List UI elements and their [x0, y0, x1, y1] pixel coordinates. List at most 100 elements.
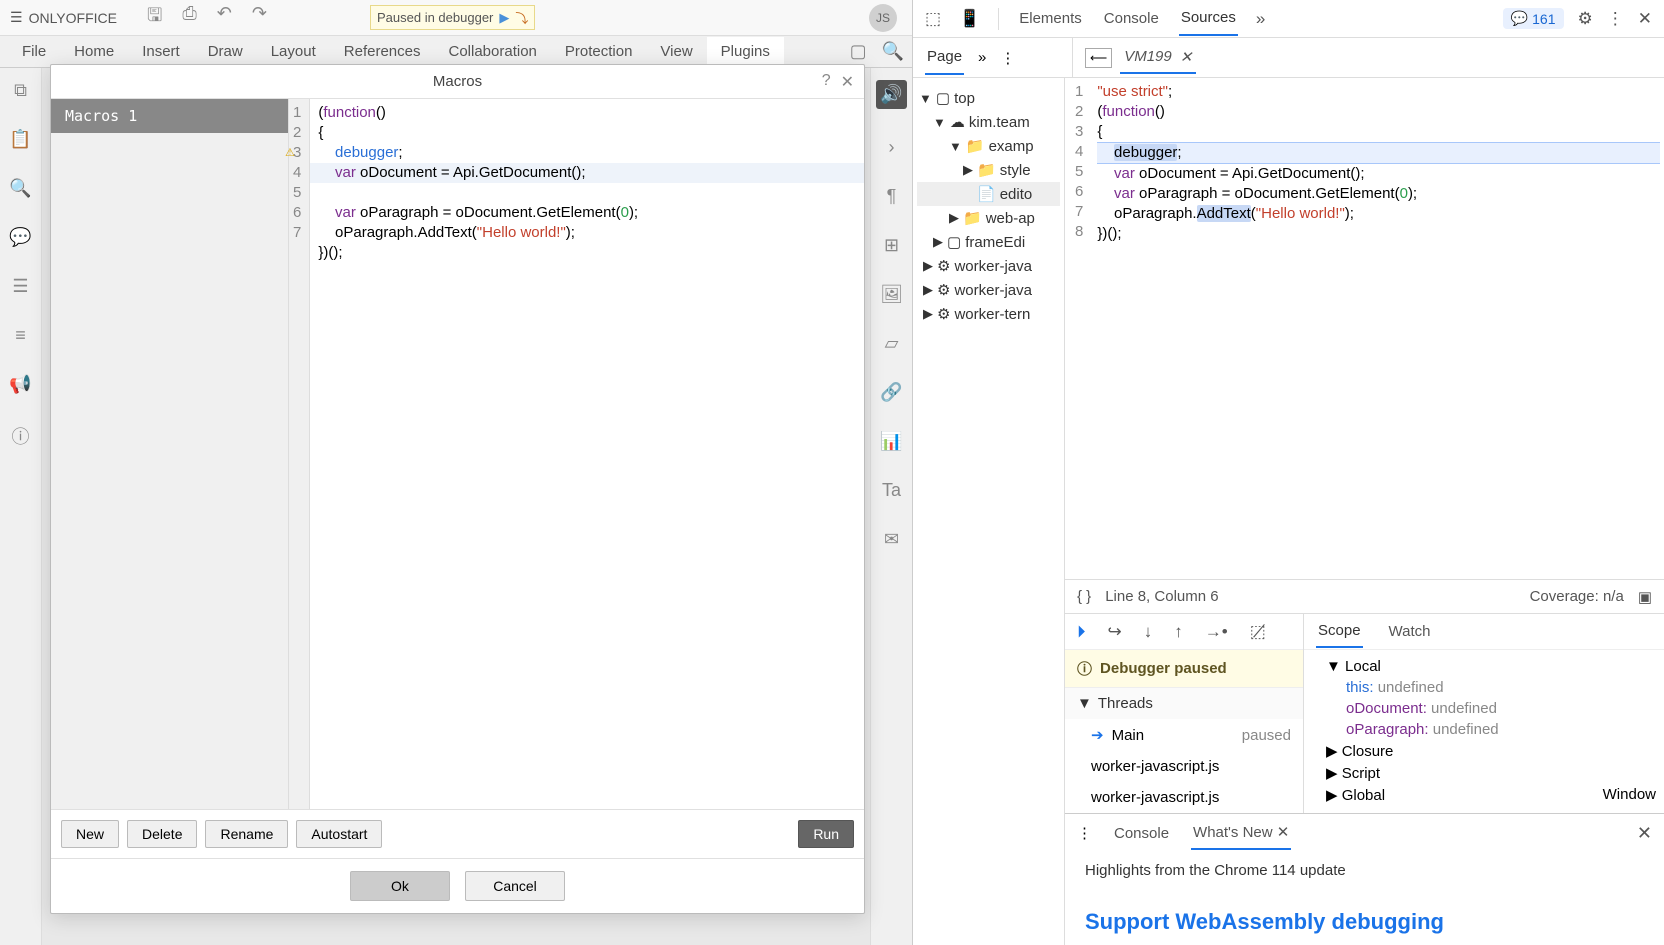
menu-layout[interactable]: Layout: [257, 37, 330, 66]
chart-icon[interactable]: 📊: [880, 431, 902, 452]
drawer-kebab-icon[interactable]: ⋮: [1077, 824, 1092, 842]
page-kebab-icon[interactable]: ⋮: [1000, 49, 1015, 67]
tree-style[interactable]: style: [1000, 162, 1031, 179]
thread-main[interactable]: ➔Main paused: [1065, 719, 1303, 751]
mail-icon[interactable]: ✉: [884, 529, 899, 550]
kebab-icon[interactable]: ⋮: [1607, 9, 1624, 29]
textart-icon[interactable]: Ta: [882, 480, 901, 501]
file-tab-close-icon[interactable]: ✕: [1180, 48, 1193, 66]
redo-icon[interactable]: ↷: [252, 3, 267, 33]
menu-plugins[interactable]: Plugins: [707, 37, 784, 66]
file-tree[interactable]: ▼▢top ▼☁kim.team ▼📁examp ▶📁style 📄edito …: [913, 78, 1065, 945]
device-icon[interactable]: 📱: [959, 9, 980, 29]
menu-collaboration[interactable]: Collaboration: [434, 37, 550, 66]
stack-icon: ☰: [10, 9, 23, 26]
tree-examp[interactable]: examp: [989, 138, 1034, 155]
nav-back-icon[interactable]: ⟵: [1085, 48, 1112, 68]
thread-wj1[interactable]: worker-javascript.js: [1065, 751, 1303, 782]
tab-elements[interactable]: Elements: [1017, 2, 1084, 35]
autostart-button[interactable]: Autostart: [296, 820, 382, 848]
run-button[interactable]: Run: [798, 820, 854, 848]
tree-wt[interactable]: worker-tern: [954, 306, 1030, 323]
headings-icon[interactable]: ☰: [12, 276, 28, 297]
tree-edito[interactable]: edito: [1000, 186, 1033, 203]
tree-webap[interactable]: web-ap: [986, 210, 1035, 227]
warning-icon: ⚠: [285, 143, 295, 163]
tree-top[interactable]: top: [954, 90, 975, 107]
close-icon[interactable]: ✕: [841, 72, 854, 92]
file-tab-vm199[interactable]: VM199 ✕: [1120, 42, 1196, 74]
scope-body[interactable]: ▼ Local this: undefined oDocument: undef…: [1304, 650, 1664, 813]
ok-button[interactable]: Ok: [350, 871, 450, 901]
format-icon[interactable]: { }: [1077, 588, 1091, 605]
macro-editor[interactable]: 1 2 3 4 5 6 7⚠ (function() { debugger; v…: [289, 99, 864, 809]
new-button[interactable]: New: [61, 820, 119, 848]
scope-tab[interactable]: Scope: [1316, 615, 1363, 648]
copy-icon[interactable]: ⧉: [14, 80, 27, 101]
table-icon[interactable]: ⊞: [884, 235, 899, 256]
menu-home[interactable]: Home: [60, 37, 128, 66]
macro-item[interactable]: Macros 1: [51, 99, 288, 133]
menu-references[interactable]: References: [330, 37, 435, 66]
page-tab[interactable]: Page: [925, 40, 964, 75]
drawer-whatsnew-tab[interactable]: What's New ✕: [1191, 816, 1291, 850]
step-into-button[interactable]: ↓: [1144, 622, 1153, 642]
info-icon[interactable]: ⓘ: [12, 423, 30, 449]
comments-icon[interactable]: 💬: [9, 227, 31, 248]
menu-view[interactable]: View: [646, 37, 706, 66]
step-icon[interactable]: ⤵: [515, 8, 528, 27]
open-icon[interactable]: ▢: [850, 41, 867, 62]
chevron-icon[interactable]: ›: [889, 137, 895, 158]
inspect-icon[interactable]: ⬚: [925, 9, 941, 29]
print-icon[interactable]: ⎙: [182, 3, 196, 33]
shape-icon[interactable]: ▱: [885, 333, 899, 354]
editor-code[interactable]: (function() { debugger; var oDocument = …: [310, 99, 864, 809]
menu-protection[interactable]: Protection: [551, 37, 647, 66]
step-out-button[interactable]: ↑: [1174, 622, 1183, 642]
step-button[interactable]: →•: [1205, 622, 1228, 642]
delete-button[interactable]: Delete: [127, 820, 197, 848]
sound-icon[interactable]: 🔊: [876, 80, 906, 109]
paste-icon[interactable]: 📋: [9, 129, 31, 150]
link-icon[interactable]: 🔗: [880, 382, 902, 403]
help-icon[interactable]: ?: [822, 72, 831, 92]
more-page-tabs-icon[interactable]: »: [978, 49, 986, 66]
rename-button[interactable]: Rename: [205, 820, 288, 848]
user-avatar[interactable]: JS: [869, 4, 897, 32]
step-over-button[interactable]: ↪: [1108, 622, 1122, 642]
drawer-console-tab[interactable]: Console: [1112, 818, 1171, 849]
resume-icon[interactable]: ▶: [499, 10, 509, 26]
tab-console[interactable]: Console: [1102, 2, 1161, 35]
more-tabs-icon[interactable]: »: [1256, 9, 1265, 29]
tree-kim[interactable]: kim.team: [969, 114, 1030, 131]
menu-draw[interactable]: Draw: [194, 37, 257, 66]
tree-wj1[interactable]: worker-java: [954, 258, 1032, 275]
dialog-actions: New Delete Rename Autostart Run: [51, 809, 864, 858]
menu-insert[interactable]: Insert: [128, 37, 194, 66]
settings-icon[interactable]: ⚙: [1578, 9, 1593, 29]
paragraph-icon[interactable]: ¶: [887, 186, 897, 207]
watch-tab[interactable]: Watch: [1387, 616, 1433, 647]
save-icon[interactable]: 🖫: [147, 3, 162, 33]
undo-icon[interactable]: ↶: [217, 3, 232, 33]
threads-header[interactable]: ▼ Threads: [1065, 688, 1303, 719]
deactivate-breakpoints-button[interactable]: ⬚̸: [1250, 622, 1266, 642]
search-icon[interactable]: 🔍: [882, 41, 904, 62]
find-icon[interactable]: 🔍: [9, 178, 31, 199]
resume-button[interactable]: ⏵: [1077, 622, 1086, 642]
outline-icon[interactable]: ≡: [15, 325, 26, 346]
coverage-toggle-icon[interactable]: ▣: [1638, 588, 1652, 606]
feedback-icon[interactable]: 📢: [9, 374, 31, 395]
tab-sources[interactable]: Sources: [1179, 1, 1238, 36]
drawer-close-icon[interactable]: ✕: [1637, 823, 1652, 844]
menubar-right: ▢ 🔍: [850, 41, 904, 62]
tree-wj2[interactable]: worker-java: [954, 282, 1032, 299]
cancel-button[interactable]: Cancel: [465, 871, 565, 901]
menu-file[interactable]: File: [8, 37, 60, 66]
issues-badge[interactable]: 💬 161: [1503, 8, 1564, 29]
devtools-close-icon[interactable]: ✕: [1638, 9, 1652, 29]
thread-wj2[interactable]: worker-javascript.js: [1065, 782, 1303, 813]
image-icon[interactable]: 🖼: [880, 284, 903, 305]
tree-frame[interactable]: frameEdi: [965, 234, 1025, 251]
source-code[interactable]: "use strict"; (function() { debugger; va…: [1093, 78, 1664, 579]
